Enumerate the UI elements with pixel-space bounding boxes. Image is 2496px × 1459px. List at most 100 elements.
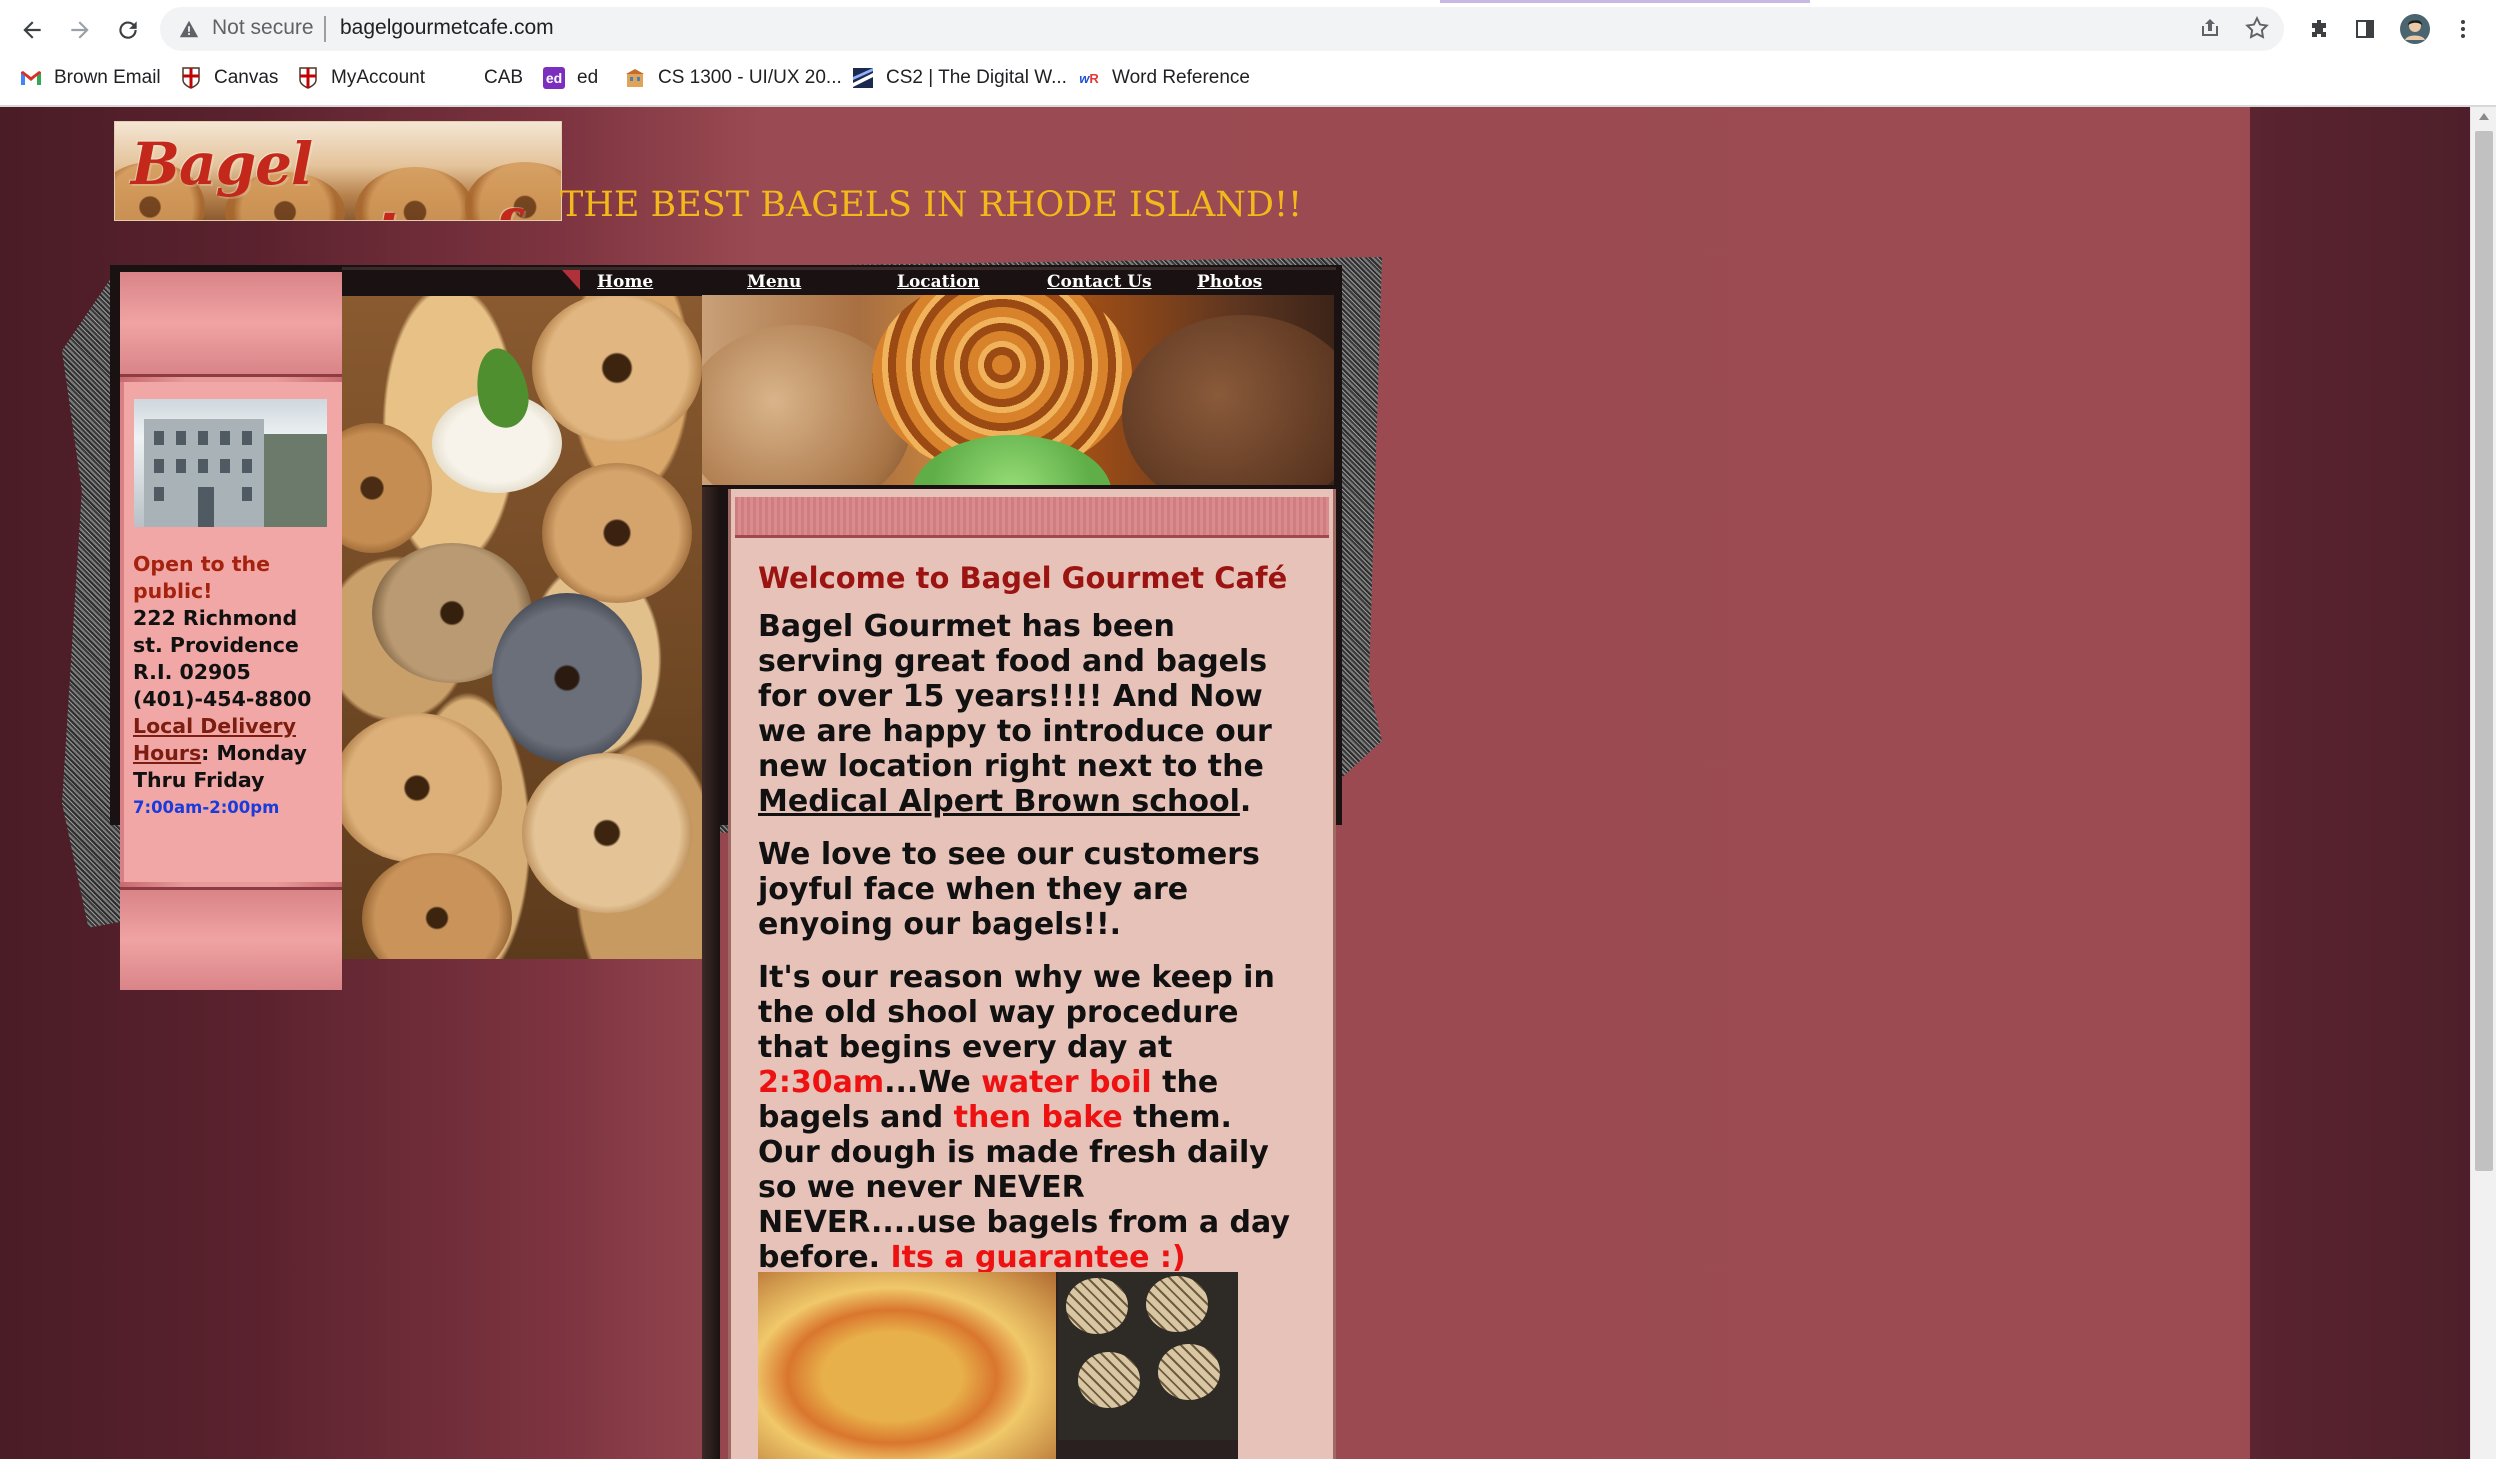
address: 222 Richmond st. Providence R.I. 02905 [133,606,299,684]
scrollbar-thumb[interactable] [2475,131,2493,1171]
content-divider [702,487,720,1459]
forward-button[interactable] [60,10,100,50]
profile-avatar[interactable] [2398,12,2432,46]
chocolate-muffin [1122,315,1334,485]
intro-paragraph: Bagel Gourmet has been serving great foo… [758,609,1303,819]
water-boil-text: water boil [981,1065,1152,1100]
ed-icon: ed [543,67,565,89]
bookmark-cab[interactable]: CAB [450,64,523,92]
back-button[interactable] [12,10,52,50]
customers-paragraph: We love to see our customers joyful face… [758,837,1260,942]
browser-chrome: Not secure bagelgourmetcafe.com Brown Em… [0,0,2496,107]
bagel [542,463,692,603]
brown-shield-icon [297,67,319,89]
share-icon[interactable] [2198,16,2222,40]
wr-icon: wR [1079,70,1099,86]
bookmark-label: CS2 | The Digital W... [886,67,1067,88]
window [198,459,208,473]
page-scrollbar[interactable] [2470,107,2496,1459]
url-text[interactable]: bagelgourmetcafe.com [340,16,554,40]
medical-school-link[interactable]: Medical Alpert Brown school [758,784,1240,819]
window [176,431,186,445]
back-arrow-icon [23,21,41,39]
delivery-info: Local Delivery Hours: Monday Thru Friday [133,713,333,794]
flatbread [1146,1276,1208,1332]
bookmark-label: MyAccount [331,67,425,88]
main-content: Welcome to Bagel Gourmet Café Bagel Gour… [758,561,1303,1293]
sidebar-header [120,272,342,377]
bookmark-canvas[interactable]: Canvas [180,64,278,92]
security-label[interactable]: Not secure [212,16,314,40]
trees [264,434,327,527]
address-separator [324,16,326,42]
puzzle-icon [2312,20,2326,37]
blank-icon [450,67,472,89]
logo-text: Bagel gourmet cafe [131,130,552,220]
bookmark-label: CS 1300 - UI/UX 20... [658,67,842,88]
warning-icon [179,20,199,38]
nav-location[interactable]: Location [897,272,980,292]
window [220,431,230,445]
pizza-photo [758,1272,1056,1459]
nav-contact-us[interactable]: Contact Us [1047,272,1152,292]
side-panel-button[interactable] [2348,12,2382,46]
bookmark-word-reference[interactable]: wR Word Reference [1078,64,1250,92]
forward-arrow-icon [71,21,89,39]
window [242,459,252,473]
process-paragraph: It's our reason why we keep in the old s… [758,960,1303,1275]
food-photos [758,1272,1238,1459]
bagel [342,713,502,863]
grilled-flatbread-photo [1058,1272,1238,1440]
reload-button[interactable] [108,10,148,50]
nav-notch [562,270,580,290]
bookmark-ed[interactable]: ed ed [543,64,598,92]
scroll-up-icon[interactable] [2479,113,2489,120]
window [198,431,208,445]
bagel [342,423,432,553]
bagels-photo [342,293,702,959]
window [242,487,252,501]
reload-icon [119,21,137,39]
phone: (401)-454-8800 [133,687,312,711]
then-bake-text: then bake [953,1100,1123,1135]
sidebar-footer [120,887,342,990]
open-notice: Open to the public! [133,552,271,603]
building-photo [134,399,327,527]
bookmark-label: ed [577,67,599,88]
bookmark-cs1300[interactable]: CS 1300 - UI/UX 20... [624,64,842,92]
web-page: Bagel gourmet cafe THE BEST BAGELS IN RH… [0,107,2470,1459]
building-icon [624,67,646,89]
bookmark-star-icon[interactable] [2244,15,2270,41]
opening-hours: 7:00am-2:00pm [133,798,280,817]
process-text: It's our reason why we keep in the old s… [758,960,1275,1065]
door [198,487,214,527]
nav-photos[interactable]: Photos [1197,272,1262,292]
bagel [522,753,692,913]
pastries-photo [702,295,1334,485]
side-panel-icon [2356,20,2374,38]
avatar-icon [2400,14,2430,44]
cs2-icon [852,67,874,89]
nav-menu[interactable]: Menu [747,272,801,292]
window [176,459,186,473]
nav-home[interactable]: Home [597,272,653,292]
navigation-bar [342,267,1336,296]
process-text: ...We [884,1065,982,1100]
bookmark-myaccount[interactable]: MyAccount [297,64,425,92]
bookmark-cs2[interactable]: CS2 | The Digital W... [852,64,1067,92]
tab-indicator [1440,0,1810,3]
kebab-menu-icon [2461,20,2465,38]
sidebar-info: Open to the public! 222 Richmond st. Pro… [133,551,333,821]
bookmark-brown-email[interactable]: Brown Email [20,64,161,92]
flatbread [1078,1352,1140,1408]
intro-end: . [1239,784,1252,819]
content-header-bar [735,497,1329,538]
browser-menu-button[interactable] [2446,12,2480,46]
bagel [532,293,702,443]
site-logo[interactable]: Bagel gourmet cafe [114,121,562,221]
bookmark-label: Word Reference [1112,67,1250,88]
extensions-button[interactable] [2302,12,2336,46]
bagel [492,593,642,763]
address-bar[interactable]: Not secure bagelgourmetcafe.com [160,7,2284,51]
intro-text: Bagel Gourmet has been serving great foo… [758,609,1272,784]
